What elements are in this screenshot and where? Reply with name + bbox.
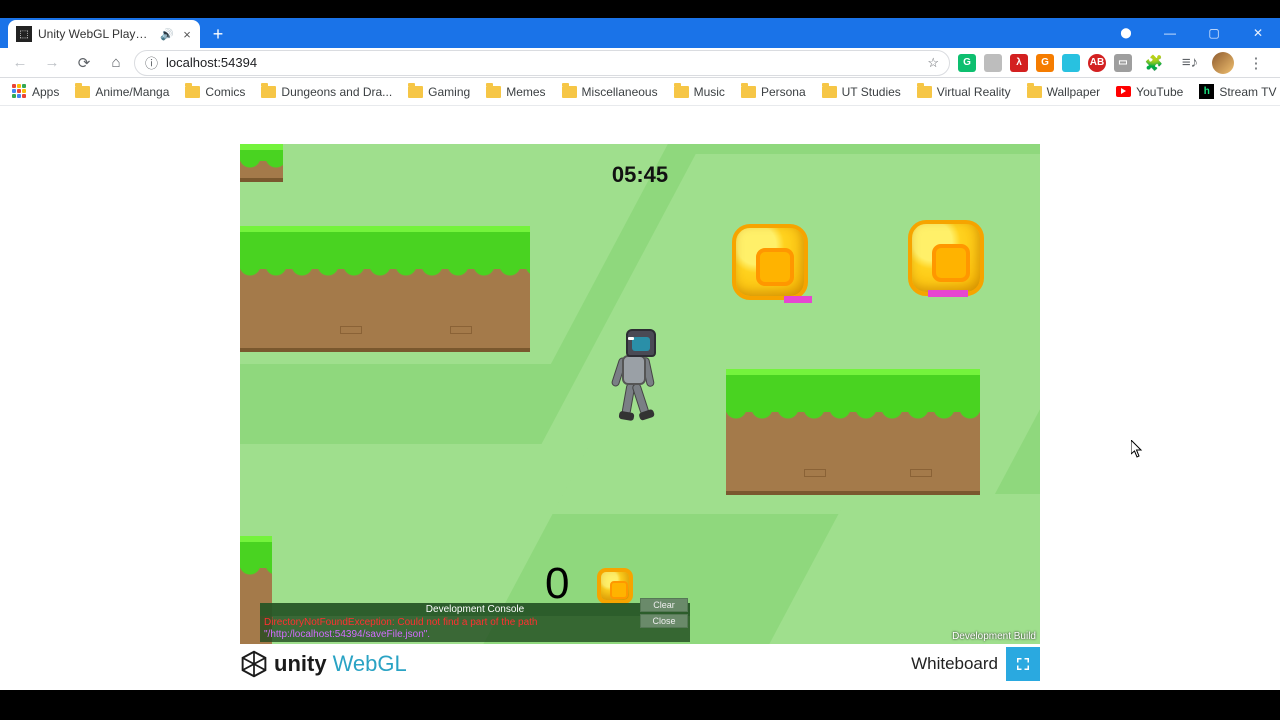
browser-toolbar: ← → ⟳ ⌂ ⓘ localhost:54394 ☆ G λ G AB ▭ 🧩… (0, 48, 1280, 78)
bookmark-folder[interactable]: Miscellaneous (556, 83, 664, 101)
record-indicator-icon[interactable]: ⬤ (1104, 18, 1148, 48)
pdf-ext-icon[interactable]: λ (1010, 54, 1028, 72)
bookmark-label: Gaming (428, 85, 470, 99)
bookmark-label: Memes (506, 85, 545, 99)
unity-logo: unity WebGL (240, 650, 407, 678)
reload-button[interactable]: ⟳ (70, 49, 98, 77)
browser-tab[interactable]: ⬚ Unity WebGL Player | Whiteb 🔊 × (8, 20, 200, 48)
dev-clear-button[interactable]: Clear (640, 598, 688, 612)
ext-icon-cyan[interactable] (1062, 54, 1080, 72)
bookmark-folder[interactable]: UT Studies (816, 83, 907, 101)
extensions-menu-icon[interactable]: 🧩 (1140, 49, 1168, 77)
back-button[interactable]: ← (6, 49, 34, 77)
bookmark-label: Stream TV and Mov... (1219, 85, 1280, 99)
minimize-button[interactable]: — (1148, 18, 1192, 48)
bookmark-label: YouTube (1136, 85, 1183, 99)
bookmark-label: Dungeons and Dra... (281, 85, 392, 99)
window-controls: ⬤ — ▢ ✕ (1104, 18, 1280, 48)
player-character (612, 329, 658, 423)
game-timer: 05:45 (612, 162, 668, 188)
dev-console-path: "/http:/localhost:54394/saveFile.json". (260, 629, 690, 642)
bookmark-label: Apps (32, 85, 59, 99)
unity-player-wrap: 05:45 0 (240, 144, 1040, 684)
bookmark-label: Anime/Manga (95, 85, 169, 99)
url-text: localhost:54394 (166, 55, 257, 70)
dev-console: Development Console DirectoryNotFoundExc… (260, 603, 690, 642)
unity-favicon: ⬚ (16, 26, 32, 42)
bookmarks-bar: Apps Anime/Manga Comics Dungeons and Dra… (0, 78, 1280, 106)
media-control-icon[interactable]: ≡♪ (1176, 49, 1204, 77)
browser-window: ⬚ Unity WebGL Player | Whiteb 🔊 × + ⬤ — … (0, 18, 1280, 690)
coin-collectible (908, 220, 984, 296)
ext-icon[interactable] (984, 54, 1002, 72)
bookmark-label: Persona (761, 85, 806, 99)
tab-title: Unity WebGL Player | Whiteb (38, 27, 154, 41)
dev-console-title: Development Console (260, 603, 690, 616)
maximize-button[interactable]: ▢ (1192, 18, 1236, 48)
bookmark-folder[interactable]: Comics (179, 83, 251, 101)
bookmark-label: UT Studies (842, 85, 901, 99)
letterbox-bottom (0, 690, 1280, 720)
score-counter: 0 (545, 559, 569, 609)
platform (240, 226, 530, 352)
apps-shortcut[interactable]: Apps (6, 82, 65, 101)
bookmark-label: Virtual Reality (937, 85, 1011, 99)
forward-button[interactable]: → (38, 49, 66, 77)
profile-avatar[interactable] (1212, 52, 1234, 74)
bookmark-folder[interactable]: Persona (735, 83, 812, 101)
ext-icon-gray[interactable]: ▭ (1114, 54, 1132, 72)
chrome-menu-icon[interactable]: ⋮ (1242, 49, 1270, 77)
close-window-button[interactable]: ✕ (1236, 18, 1280, 48)
bookmark-label: Wallpaper (1047, 85, 1101, 99)
tab-close-icon[interactable]: × (180, 27, 194, 41)
bookmark-folder[interactable]: Music (668, 83, 731, 101)
site-info-icon[interactable]: ⓘ (145, 53, 158, 72)
app-title: Whiteboard (911, 654, 998, 674)
webgl-text: WebGL (333, 651, 407, 677)
bookmark-label: Comics (205, 85, 245, 99)
bookmark-youtube[interactable]: YouTube (1110, 83, 1189, 101)
ext-icon-orange[interactable]: G (1036, 54, 1054, 72)
bookmark-folder[interactable]: Gaming (402, 83, 476, 101)
bookmark-folder[interactable]: Memes (480, 83, 551, 101)
home-button[interactable]: ⌂ (102, 49, 130, 77)
mouse-cursor (1131, 440, 1143, 458)
fullscreen-icon (1014, 655, 1032, 673)
address-bar[interactable]: ⓘ localhost:54394 ☆ (134, 50, 950, 76)
page-viewport: 05:45 0 (0, 106, 1280, 690)
unity-text: unity (274, 651, 327, 677)
game-canvas[interactable]: 05:45 0 (240, 144, 1040, 644)
bookmark-label: Miscellaneous (582, 85, 658, 99)
coin-shadow (928, 290, 968, 297)
dev-console-error: DirectoryNotFoundException: Could not fi… (260, 616, 690, 629)
bookmark-star-icon[interactable]: ☆ (927, 55, 939, 71)
coin-collectible (732, 224, 808, 300)
platform (726, 369, 980, 495)
coin-shadow (784, 296, 812, 303)
tab-strip: ⬚ Unity WebGL Player | Whiteb 🔊 × + ⬤ — … (0, 18, 1280, 48)
bookmark-hulu[interactable]: hStream TV and Mov... (1193, 82, 1280, 101)
audio-playing-icon[interactable]: 🔊 (160, 27, 174, 41)
development-build-label: Development Build (952, 631, 1036, 642)
grammarly-ext-icon[interactable]: G (958, 54, 976, 72)
bookmark-folder[interactable]: Dungeons and Dra... (255, 83, 398, 101)
platform (240, 144, 283, 182)
unity-footer-bar: unity WebGL Whiteboard (240, 644, 1040, 684)
new-tab-button[interactable]: + (204, 20, 232, 48)
coin-hud-icon (597, 568, 633, 604)
extension-icons: G λ G AB ▭ 🧩 ≡♪ ⋮ (954, 49, 1274, 77)
bookmark-folder[interactable]: Wallpaper (1021, 83, 1107, 101)
fullscreen-button[interactable] (1006, 647, 1040, 681)
dev-close-button[interactable]: Close (640, 614, 688, 628)
bookmark-folder[interactable]: Virtual Reality (911, 83, 1017, 101)
adblock-ext-icon[interactable]: AB (1088, 54, 1106, 72)
letterbox-top (0, 0, 1280, 18)
bookmark-folder[interactable]: Anime/Manga (69, 83, 175, 101)
bookmark-label: Music (694, 85, 725, 99)
dev-console-buttons: Clear Close (640, 598, 688, 628)
unity-cube-icon (240, 650, 268, 678)
